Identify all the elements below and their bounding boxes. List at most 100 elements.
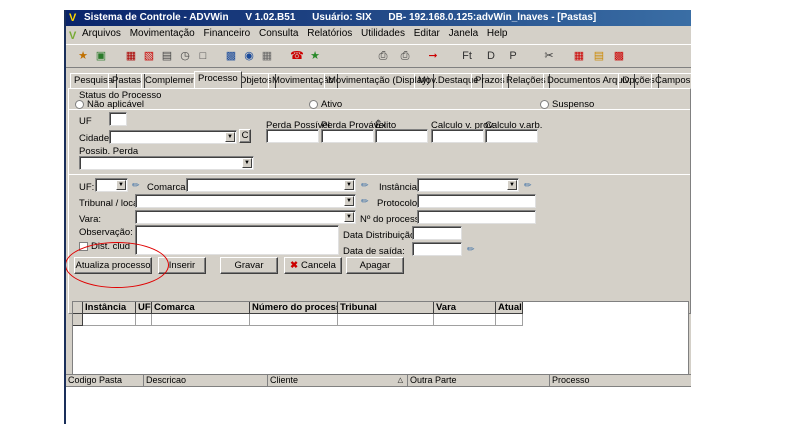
- grid-col-comarca[interactable]: Comarca: [152, 302, 250, 314]
- pastas-col-processo[interactable]: Processo: [550, 375, 691, 387]
- cidade-c-button[interactable]: C: [239, 129, 251, 143]
- grid-col-instancia[interactable]: Instância: [83, 302, 136, 314]
- grid-cell[interactable]: [338, 314, 434, 326]
- eraser-icon[interactable]: ✏: [132, 181, 142, 190]
- chevron-down-icon[interactable]: ▼: [344, 212, 354, 222]
- grid-cell[interactable]: [136, 314, 152, 326]
- tab-pastas[interactable]: Pastas: [108, 73, 146, 88]
- power-icon[interactable]: ▩: [612, 49, 626, 63]
- grid-cell[interactable]: [496, 314, 523, 326]
- data-distribuicao-input[interactable]: [412, 226, 462, 240]
- folder-icon[interactable]: ▤: [592, 49, 606, 63]
- grid-cell[interactable]: [152, 314, 250, 326]
- run-person-icon[interactable]: ★: [76, 49, 90, 63]
- pastas-grid: Codigo Pasta Descricao Cliente △ Outra Pa…: [66, 374, 691, 424]
- grid-cell[interactable]: [250, 314, 338, 326]
- observacao-label: Observação:: [79, 227, 133, 238]
- gravar-button[interactable]: Gravar: [220, 257, 278, 274]
- chevron-down-icon[interactable]: ▼: [242, 158, 252, 168]
- person-icon[interactable]: ◉: [242, 49, 256, 63]
- menu-janela[interactable]: Janela: [449, 28, 478, 39]
- data-saida-input[interactable]: [412, 242, 462, 256]
- menu-consulta[interactable]: Consulta: [259, 28, 298, 39]
- pastas-col-codigo[interactable]: Codigo Pasta: [66, 375, 144, 387]
- calculo-prov-input[interactable]: [431, 129, 484, 143]
- database-info: DB- 192.168.0.125:advWin_lnaves - [Pasta…: [388, 12, 597, 23]
- printer-icon[interactable]: ⎙: [376, 49, 390, 63]
- menu-relatorios[interactable]: Relatórios: [307, 28, 352, 39]
- grid-cell[interactable]: [434, 314, 496, 326]
- menu-bar: V Arquivos Movimentação Financeiro Consu…: [66, 26, 691, 42]
- proc-uf-select[interactable]: ▼: [95, 178, 128, 192]
- protocolo-input[interactable]: [417, 194, 536, 208]
- clock-icon[interactable]: ◷: [178, 49, 192, 63]
- menu-movimentacao[interactable]: Movimentação: [130, 28, 195, 39]
- calculator-icon[interactable]: ▦: [260, 49, 274, 63]
- ft-report-icon[interactable]: Ft: [454, 49, 480, 63]
- p-report-icon[interactable]: P: [502, 49, 524, 63]
- red-document-icon[interactable]: ▧: [142, 49, 156, 63]
- apagar-button[interactable]: Apagar: [346, 257, 404, 274]
- grid-col-numero-processo[interactable]: Número do processo: [250, 302, 338, 314]
- calendar-icon[interactable]: ▦: [572, 49, 586, 63]
- bar-chart-icon[interactable]: ▩: [224, 49, 238, 63]
- vara-select[interactable]: ▼: [135, 210, 356, 224]
- protocolo-label: Protocolo:: [377, 198, 420, 209]
- pastas-col-cliente[interactable]: Cliente △: [268, 375, 408, 387]
- app-name: Sistema de Controle - ADVWin: [84, 12, 229, 23]
- instancia-label: Instância: [379, 182, 418, 193]
- menu-financeiro[interactable]: Financeiro: [204, 28, 251, 39]
- scissors-icon[interactable]: ✂: [542, 49, 556, 63]
- calculo-arb-input[interactable]: [485, 129, 538, 143]
- arrow-exit-icon[interactable]: ➞: [426, 49, 440, 63]
- chevron-down-icon[interactable]: ▼: [344, 180, 354, 190]
- cancela-button[interactable]: ✖ Cancela: [284, 257, 342, 274]
- eraser-icon[interactable]: ✏: [361, 197, 371, 206]
- pastas-col-descricao[interactable]: Descricao: [144, 375, 268, 387]
- grid-cell[interactable]: [83, 314, 136, 326]
- person-walk-icon[interactable]: ★: [308, 49, 322, 63]
- notes-icon[interactable]: ▤: [160, 49, 174, 63]
- tab-processo[interactable]: Processo: [194, 71, 242, 88]
- instancia-select[interactable]: ▼: [417, 178, 519, 192]
- uf-input[interactable]: [109, 112, 127, 126]
- eraser-icon[interactable]: ✏: [467, 245, 477, 254]
- num-processo-input[interactable]: [417, 210, 536, 224]
- chevron-down-icon[interactable]: ▼: [116, 180, 126, 190]
- grid-col-tribunal[interactable]: Tribunal: [338, 302, 434, 314]
- vara-label: Vara:: [79, 214, 102, 225]
- cidade-select[interactable]: ▼: [109, 130, 237, 144]
- perda-possivel-input[interactable]: [266, 129, 319, 143]
- tab-campos-livres[interactable]: Campos Li: [651, 73, 691, 88]
- observacao-textarea[interactable]: [135, 225, 339, 255]
- data-distribuicao-label: Data Distribuição:: [343, 230, 418, 241]
- printer-plus-icon[interactable]: ⎙: [398, 49, 412, 63]
- grid-col-vara[interactable]: Vara: [434, 302, 496, 314]
- chevron-down-icon[interactable]: ▼: [225, 132, 235, 142]
- document-icon[interactable]: ▦: [124, 49, 138, 63]
- exito-input[interactable]: [375, 129, 428, 143]
- possib-perda-select[interactable]: ▼: [79, 156, 254, 170]
- telephone-icon[interactable]: ☎: [290, 49, 304, 63]
- grid-col-uf[interactable]: UF: [136, 302, 152, 314]
- pastas-col-outra-parte[interactable]: Outra Parte: [408, 375, 550, 387]
- eraser-icon[interactable]: ✏: [361, 181, 371, 190]
- d-report-icon[interactable]: D: [480, 49, 502, 63]
- menu-utilidades[interactable]: Utilidades: [361, 28, 405, 39]
- page-icon[interactable]: □: [196, 49, 210, 63]
- ft-label: Ft: [462, 50, 472, 62]
- pastas-col-cliente-label: Cliente: [270, 375, 299, 385]
- menu-editar[interactable]: Editar: [414, 28, 440, 39]
- menu-arquivos[interactable]: Arquivos: [82, 28, 121, 39]
- tribunal-select[interactable]: ▼: [135, 194, 356, 208]
- grid-col-atual[interactable]: Atual: [496, 302, 523, 314]
- p-label: P: [509, 50, 517, 62]
- chevron-down-icon[interactable]: ▼: [344, 196, 354, 206]
- chevron-down-icon[interactable]: ▼: [507, 180, 517, 190]
- comarca-select[interactable]: ▼: [186, 178, 356, 192]
- menu-help[interactable]: Help: [487, 28, 508, 39]
- highlight-annotation: [66, 242, 169, 288]
- perda-provavel-input[interactable]: [321, 129, 374, 143]
- eraser-icon[interactable]: ✏: [524, 181, 534, 190]
- people-icon[interactable]: ▣: [94, 49, 108, 63]
